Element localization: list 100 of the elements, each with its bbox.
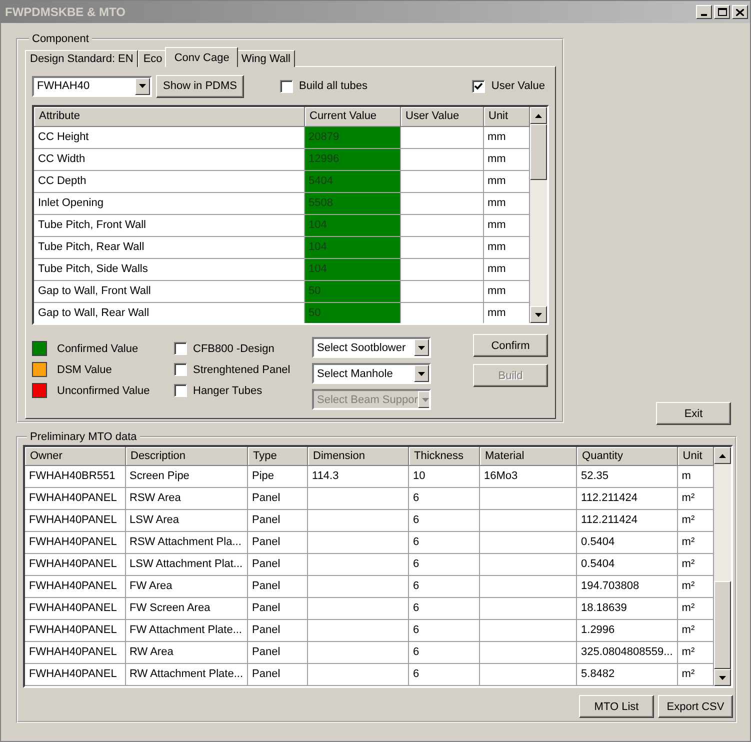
table-cell: FWHAH40PANEL bbox=[25, 619, 125, 641]
table-cell: 5404 bbox=[304, 170, 400, 192]
table-cell: Panel bbox=[248, 575, 308, 597]
tab[interactable]: Conv Cage bbox=[165, 47, 238, 67]
table-cell: Tube Pitch, Front Wall bbox=[34, 214, 304, 236]
scroll-up-button[interactable] bbox=[714, 447, 731, 464]
column-header[interactable]: User Value bbox=[400, 107, 483, 126]
column-header[interactable]: Quantity bbox=[576, 447, 678, 465]
table-cell: 52.35 bbox=[576, 465, 678, 487]
table-cell: 194.703808 bbox=[576, 575, 678, 597]
checkbox[interactable] bbox=[174, 363, 187, 376]
table-cell: FWHAH40PANEL bbox=[25, 487, 125, 509]
scrollbar[interactable] bbox=[530, 107, 547, 323]
scroll-down-button[interactable] bbox=[714, 669, 731, 686]
table-cell: m² bbox=[677, 487, 714, 509]
table-cell: Gap to Wall, Rear Wall bbox=[34, 302, 304, 323]
column-header[interactable]: Dimension bbox=[308, 447, 409, 465]
table-cell: 5508 bbox=[304, 192, 400, 214]
scroll-thumb[interactable] bbox=[530, 124, 547, 180]
show-in-pdms-button[interactable]: Show in PDMS bbox=[156, 74, 244, 98]
checkbox[interactable] bbox=[472, 80, 486, 92]
table-cell: 50 bbox=[304, 280, 400, 302]
action-button[interactable]: Export CSV bbox=[658, 695, 733, 718]
legend-label: Confirmed Value bbox=[57, 342, 138, 354]
down-arrow-icon bbox=[719, 676, 726, 680]
table-cell: Gap to Wall, Front Wall bbox=[34, 280, 304, 302]
table-cell: 0.5404 bbox=[576, 531, 678, 553]
table-cell: mm bbox=[483, 148, 530, 170]
table-cell: Pipe bbox=[248, 465, 308, 487]
table-cell: 112.211424 bbox=[576, 487, 678, 509]
table-cell: FW Attachment Plate... bbox=[125, 619, 248, 641]
exit-button[interactable]: Exit bbox=[656, 402, 731, 425]
table-cell: m² bbox=[677, 641, 714, 663]
checkbox-label: User Value bbox=[491, 80, 545, 92]
window-title: FWPDMSKBE & MTO bbox=[5, 5, 126, 19]
table-cell: Panel bbox=[248, 597, 308, 619]
table-cell: Panel bbox=[248, 531, 308, 553]
table-cell: mm bbox=[483, 280, 530, 302]
table-cell: m² bbox=[677, 509, 714, 531]
column-header[interactable]: Material bbox=[480, 447, 577, 465]
scroll-down-button[interactable] bbox=[530, 306, 547, 323]
table-cell: 10 bbox=[408, 465, 480, 487]
up-arrow-icon bbox=[719, 454, 726, 458]
dropdown[interactable]: Select Manhole bbox=[312, 363, 431, 384]
down-arrow-icon bbox=[418, 372, 425, 376]
table-cell: m² bbox=[677, 619, 714, 641]
table-cell: CC Depth bbox=[34, 170, 304, 192]
table-cell: m² bbox=[677, 597, 714, 619]
table-cell: 1.2996 bbox=[576, 619, 678, 641]
table-cell: FWHAH40PANEL bbox=[25, 597, 125, 619]
checkbox[interactable] bbox=[174, 384, 187, 397]
column-header[interactable]: Owner bbox=[25, 447, 125, 465]
tab[interactable]: Wing Wall bbox=[236, 50, 296, 67]
table-cell: FW Screen Area bbox=[125, 597, 248, 619]
table-cell: 6 bbox=[408, 509, 480, 531]
checkbox[interactable] bbox=[174, 342, 187, 355]
action-button[interactable]: Confirm bbox=[473, 334, 548, 357]
table-cell: m² bbox=[677, 553, 714, 575]
maximize-button[interactable] bbox=[714, 5, 730, 19]
table-cell: 104 bbox=[304, 214, 400, 236]
table-cell: mm bbox=[483, 302, 530, 323]
table-cell: 114.3 bbox=[308, 465, 409, 487]
tab[interactable]: Design Standard: EN bbox=[25, 50, 138, 67]
table-cell: 6 bbox=[408, 663, 480, 685]
table-cell: m² bbox=[677, 663, 714, 685]
table-cell: Tube Pitch, Rear Wall bbox=[34, 236, 304, 258]
table-cell: 325.0804808559... bbox=[576, 641, 678, 663]
maximize-icon bbox=[718, 8, 726, 16]
dropdown[interactable]: Select Sootblower bbox=[312, 337, 431, 358]
minimize-button[interactable] bbox=[696, 5, 712, 19]
table-cell: FWHAH40PANEL bbox=[25, 575, 125, 597]
column-header[interactable]: Attribute bbox=[34, 107, 304, 126]
group-title: Component bbox=[31, 33, 90, 45]
table-cell: 6 bbox=[408, 641, 480, 663]
table-cell: FWHAH40BR551 bbox=[25, 465, 125, 487]
table-cell: 6 bbox=[408, 619, 480, 641]
table-cell: 12996 bbox=[304, 148, 400, 170]
table-cell: 6 bbox=[408, 597, 480, 619]
table-cell: Inlet Opening bbox=[34, 192, 304, 214]
table-cell: RSW Area bbox=[125, 487, 248, 509]
column-header[interactable]: Current Value bbox=[304, 107, 400, 126]
checkbox[interactable] bbox=[280, 80, 293, 92]
component-dropdown[interactable]: FWHAH40 bbox=[32, 76, 152, 96]
column-header[interactable]: Unit bbox=[677, 447, 714, 465]
column-header[interactable]: Unit bbox=[483, 107, 530, 126]
checkbox-label: Build all tubes bbox=[299, 80, 368, 92]
close-button[interactable] bbox=[732, 5, 748, 19]
table-cell: 6 bbox=[408, 553, 480, 575]
column-header[interactable]: Thickness bbox=[408, 447, 480, 465]
table-cell: RW Attachment Plate... bbox=[125, 663, 248, 685]
column-header[interactable]: Description bbox=[125, 447, 248, 465]
column-header[interactable]: Type bbox=[248, 447, 308, 465]
table-cell: FW Area bbox=[125, 575, 248, 597]
scroll-up-button[interactable] bbox=[530, 107, 547, 124]
table-cell: FWHAH40PANEL bbox=[25, 531, 125, 553]
scrollbar[interactable] bbox=[714, 447, 731, 686]
tab[interactable]: Eco bbox=[138, 50, 168, 67]
scroll-thumb[interactable] bbox=[714, 581, 731, 669]
action-button[interactable]: MTO List bbox=[579, 695, 654, 718]
table-cell: 5.8482 bbox=[576, 663, 678, 685]
